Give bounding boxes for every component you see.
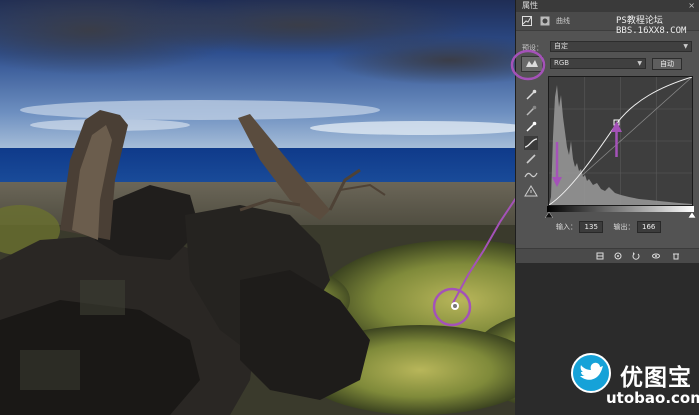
chevron-down-icon: ▼ [683, 43, 688, 50]
annotation-circle-icon [510, 49, 546, 81]
gradient-bar [547, 206, 694, 212]
eyedropper-white-icon[interactable] [524, 120, 538, 134]
clip-to-layer-icon[interactable] [596, 252, 604, 260]
panel-tab-bar: 属性 × [516, 0, 699, 12]
eyedropper-gray-icon[interactable] [524, 104, 538, 118]
input-label: 输入： [556, 223, 577, 231]
close-icon[interactable]: × [688, 0, 695, 12]
adjustment-icon [522, 16, 532, 26]
smooth-icon[interactable] [524, 168, 538, 182]
watermark-line-2: BBS.16XX8.COM [616, 26, 687, 36]
preset-dropdown[interactable]: 自定 ▼ [550, 41, 692, 52]
pencil-icon[interactable] [524, 152, 538, 166]
tab-properties[interactable]: 属性 [522, 0, 538, 12]
white-point-slider[interactable] [688, 212, 696, 218]
screenshot-stage: 属性 × 曲线 PS教程论坛 BBS.16XX8.COM 预设： 自定 ▼ RG… [0, 0, 699, 415]
histogram-warning-icon[interactable] [524, 184, 538, 198]
utobao-logo-icon [571, 353, 611, 393]
channel-dropdown[interactable]: RGB ▼ [550, 58, 646, 69]
curve-point-icon[interactable] [524, 136, 538, 150]
chevron-down-icon: ▼ [637, 60, 642, 67]
output-label: 输出： [613, 223, 635, 231]
black-point-slider[interactable] [545, 212, 553, 218]
watermark-line-1: PS教程论坛 [616, 16, 663, 26]
panel-header: 曲线 PS教程论坛 BBS.16XX8.COM [516, 12, 699, 36]
logo-text-cn: 优图宝 [620, 365, 692, 391]
view-previous-icon[interactable] [614, 252, 622, 260]
reset-icon[interactable] [632, 252, 640, 260]
eyedropper-black-icon[interactable] [524, 88, 538, 102]
trash-icon[interactable] [672, 252, 680, 260]
visibility-icon[interactable] [652, 252, 660, 260]
preset-value: 自定 [554, 42, 568, 50]
input-output-row: 输入： 135 输出： 166 [556, 221, 669, 233]
curves-graph-svg [549, 77, 692, 205]
panel-bottom-toolbar [516, 248, 699, 263]
mask-icon[interactable] [540, 16, 550, 26]
input-field[interactable]: 135 [579, 221, 604, 233]
auto-button[interactable]: 自动 [652, 58, 682, 70]
channel-value: RGB [554, 59, 570, 67]
curves-graph[interactable] [548, 76, 693, 206]
watermark: PS教程论坛 BBS.16XX8.COM [616, 16, 686, 36]
panel-header-label: 曲线 [556, 17, 570, 25]
output-field[interactable]: 166 [636, 221, 661, 233]
curves-properties-panel: 属性 × 曲线 PS教程论坛 BBS.16XX8.COM 预设： 自定 ▼ RG… [515, 0, 699, 263]
logo-text-en: utobao.com [606, 389, 699, 407]
